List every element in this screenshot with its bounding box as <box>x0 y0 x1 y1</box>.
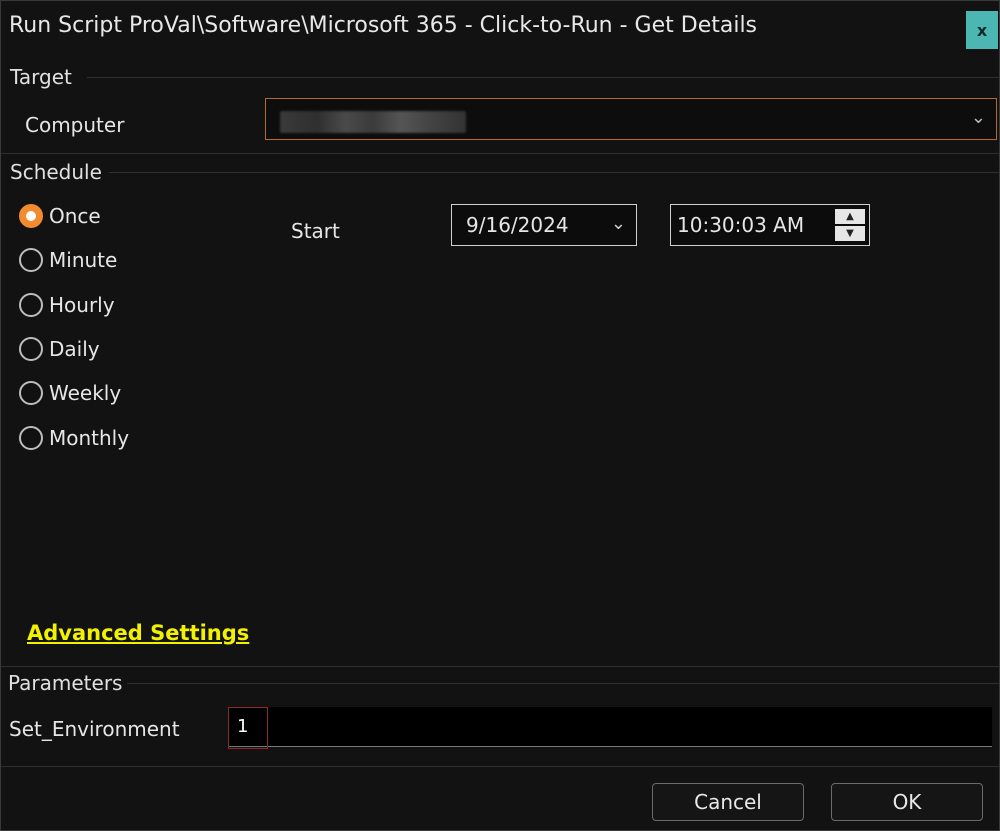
close-button[interactable]: x <box>966 11 998 49</box>
start-label: Start <box>291 219 340 243</box>
radio-daily[interactable]: Daily <box>19 334 100 364</box>
target-separator <box>87 77 999 78</box>
radio-minute[interactable]: Minute <box>19 245 117 275</box>
radio-checked-icon[interactable] <box>19 204 43 228</box>
ok-button[interactable]: OK <box>831 783 983 821</box>
set-environment-value[interactable]: 1 <box>228 707 268 749</box>
parameters-separator <box>127 683 999 684</box>
schedule-group-label: Schedule <box>10 160 102 184</box>
radio-unchecked-icon[interactable] <box>19 337 43 361</box>
radio-monthly-label: Monthly <box>49 426 130 450</box>
radio-unchecked-icon[interactable] <box>19 293 43 317</box>
cancel-button[interactable]: Cancel <box>652 783 804 821</box>
radio-unchecked-icon[interactable] <box>19 381 43 405</box>
radio-daily-label: Daily <box>49 337 100 361</box>
set-environment-label: Set_Environment <box>9 717 180 741</box>
chevron-down-icon[interactable]: ⌄ <box>971 107 986 128</box>
start-date-picker[interactable]: 9/16/2024 ⌄ <box>451 204 637 246</box>
window-title: Run Script ProVal\Software\Microsoft 365… <box>9 13 758 38</box>
radio-minute-label: Minute <box>49 248 118 272</box>
radio-hourly-label: Hourly <box>49 293 115 317</box>
start-time-value: 10:30:03 AM <box>677 213 805 237</box>
schedule-bottom-separator <box>1 666 999 667</box>
time-spinner: ▲ ▼ <box>835 209 865 241</box>
redacted-computer-name <box>280 111 466 133</box>
spin-up-icon[interactable]: ▲ <box>835 209 865 224</box>
spin-down-icon[interactable]: ▼ <box>835 226 865 241</box>
start-date-value: 9/16/2024 <box>466 213 569 237</box>
chevron-down-icon[interactable]: ⌄ <box>611 213 626 234</box>
radio-hourly[interactable]: Hourly <box>19 290 115 320</box>
radio-unchecked-icon[interactable] <box>19 426 43 450</box>
parameters-group-label: Parameters <box>8 671 123 695</box>
run-script-dialog: Run Script ProVal\Software\Microsoft 365… <box>0 0 1000 831</box>
radio-monthly[interactable]: Monthly <box>19 423 129 453</box>
set-environment-input[interactable]: 1 <box>228 707 992 749</box>
radio-weekly[interactable]: Weekly <box>19 378 121 408</box>
target-group-label: Target <box>10 65 72 89</box>
schedule-separator <box>109 172 999 173</box>
advanced-settings-link[interactable]: Advanced Settings <box>27 621 249 645</box>
radio-unchecked-icon[interactable] <box>19 248 43 272</box>
computer-label: Computer <box>25 113 125 137</box>
computer-combobox[interactable]: ⌄ <box>265 98 997 140</box>
title-bar: Run Script ProVal\Software\Microsoft 365… <box>1 1 999 57</box>
target-bottom-separator <box>1 153 999 154</box>
start-time-field[interactable]: 10:30:03 AM ▲ ▼ <box>670 204 870 246</box>
radio-weekly-label: Weekly <box>49 381 122 405</box>
radio-once[interactable]: Once <box>19 201 101 231</box>
footer-separator <box>1 766 999 767</box>
radio-once-label: Once <box>49 204 101 228</box>
